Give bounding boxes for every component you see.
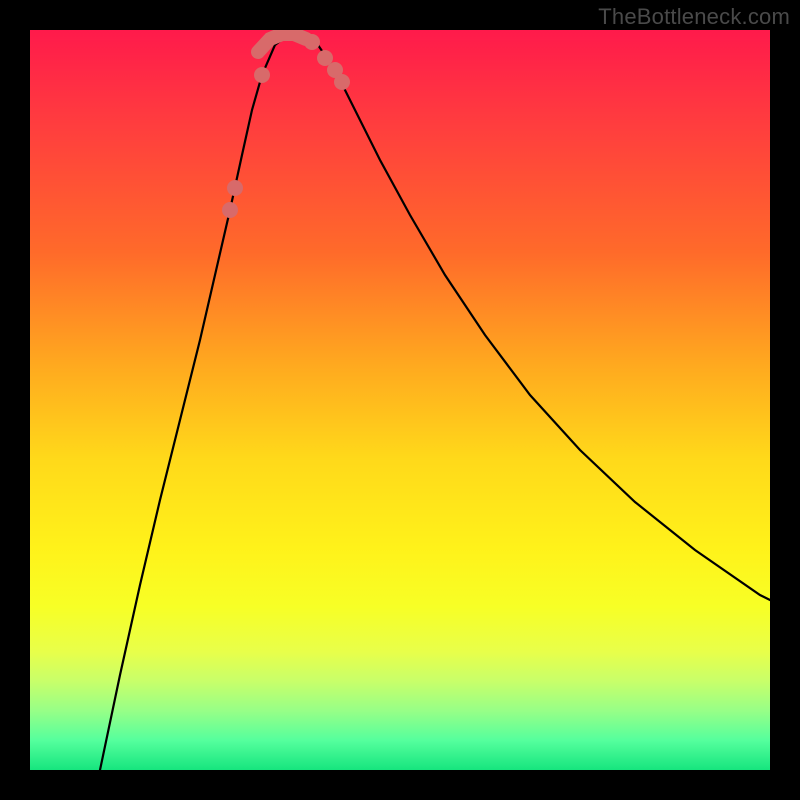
highlight-dots: [222, 34, 350, 218]
highlight-dot: [334, 74, 350, 90]
highlight-dot: [227, 180, 243, 196]
highlight-dot: [254, 67, 270, 83]
watermark-text: TheBottleneck.com: [598, 4, 790, 30]
highlight-dot: [304, 34, 320, 50]
bottleneck-curve: [100, 35, 770, 770]
highlight-dot: [222, 202, 238, 218]
chart-frame: TheBottleneck.com: [0, 0, 800, 800]
curve-svg: [30, 30, 770, 770]
plot-area: [30, 30, 770, 770]
highlight-segment: [258, 34, 306, 52]
